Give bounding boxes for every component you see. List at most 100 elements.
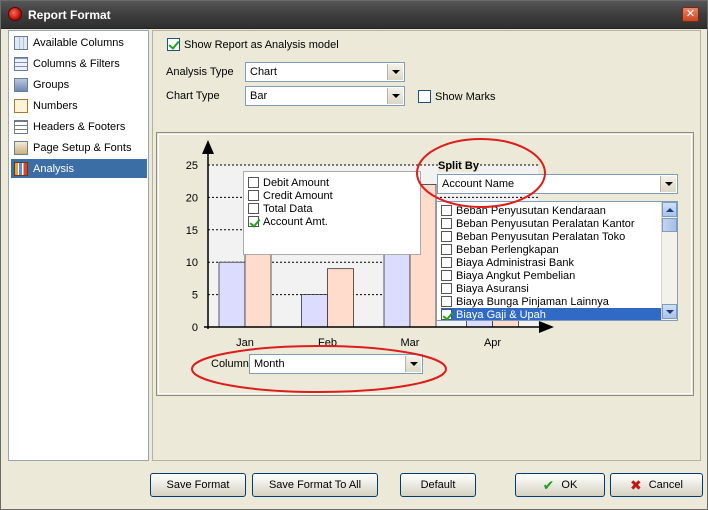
show-analysis-model-checkbox[interactable] [167, 38, 180, 51]
show-marks-label: Show Marks [435, 90, 496, 103]
data-field-label: Total Data [263, 202, 313, 215]
chevron-down-icon[interactable] [660, 176, 676, 192]
account-checkbox[interactable] [441, 218, 452, 229]
app-icon [8, 7, 22, 21]
account-checkbox[interactable] [441, 296, 452, 307]
sidebar-item-label: Analysis [33, 162, 74, 175]
sidebar: Available Columns Columns & Filters Grou… [8, 30, 149, 461]
x-tick-label: Apr [484, 337, 501, 349]
chart-type-label: Chart Type [166, 90, 220, 102]
report-format-window: Report Format ✕ Available Columns Column… [0, 0, 708, 510]
column-value: Month [254, 358, 285, 370]
x-tick-label: Mar [401, 337, 420, 349]
account-checkbox[interactable] [441, 270, 452, 281]
account-list[interactable]: Beban Penyusutan Kendaraan Beban Penyusu… [436, 201, 678, 321]
column-select[interactable]: Month [249, 354, 423, 374]
account-item[interactable]: Biaya Bunga Pinjaman Lainnya [441, 295, 663, 308]
x-tick-label: Jan [236, 337, 254, 349]
y-tick-label: 10 [186, 257, 198, 269]
account-checkbox[interactable] [441, 205, 452, 216]
data-fields-list: Debit Amount Credit Amount Total Data Ac… [243, 171, 421, 255]
sidebar-item-label: Numbers [33, 99, 78, 112]
x-axis-arrow [539, 321, 554, 333]
data-field-checkbox[interactable] [248, 190, 259, 201]
sidebar-item-headers-footers[interactable]: Headers & Footers [11, 117, 147, 136]
analysis-type-select[interactable]: Chart [245, 62, 405, 82]
data-field-item[interactable]: Debit Amount [248, 176, 329, 189]
account-label: Biaya Angkut Pembelian [456, 269, 576, 282]
scroll-down-icon[interactable] [662, 304, 677, 319]
account-item[interactable]: Biaya Angkut Pembelian [441, 269, 663, 282]
sidebar-item-page-setup[interactable]: Page Setup & Fonts [11, 138, 147, 157]
show-marks-row[interactable]: Show Marks [418, 90, 496, 103]
close-button[interactable]: ✕ [682, 7, 699, 22]
sidebar-item-label: Groups [33, 78, 70, 91]
sidebar-item-analysis[interactable]: Analysis [11, 159, 147, 178]
data-field-item[interactable]: Total Data [248, 202, 313, 215]
sidebar-item-label: Headers & Footers [33, 120, 126, 133]
title-bar: Report Format ✕ [1, 1, 707, 29]
scroll-up-icon[interactable] [662, 202, 677, 217]
account-item[interactable]: Beban Penyusutan Peralatan Toko [441, 230, 663, 243]
scroll-thumb[interactable] [662, 218, 677, 232]
cancel-button[interactable]: ✖ Cancel [610, 473, 703, 497]
data-field-checkbox[interactable] [248, 177, 259, 188]
save-format-button[interactable]: Save Format [150, 473, 246, 497]
split-by-value: Account Name [442, 178, 515, 190]
chevron-down-icon[interactable] [387, 88, 403, 104]
window-title: Report Format [28, 8, 111, 22]
data-field-item[interactable]: Credit Amount [248, 189, 333, 202]
account-item[interactable]: Beban Penyusutan Kendaraan [441, 204, 663, 217]
show-marks-checkbox[interactable] [418, 90, 431, 103]
sidebar-item-label: Page Setup & Fonts [33, 141, 132, 154]
chart-bar [218, 261, 246, 328]
data-field-label: Debit Amount [263, 176, 330, 189]
groups-icon [14, 77, 28, 92]
account-item[interactable]: Beban Penyusutan Peralatan Kantor [441, 217, 663, 230]
split-by-label: Split By [438, 160, 479, 172]
headers-footers-icon [14, 119, 28, 134]
data-field-checkbox[interactable] [248, 203, 259, 214]
account-checkbox[interactable] [441, 231, 452, 242]
sidebar-item-groups[interactable]: Groups [11, 75, 147, 94]
page-setup-icon [14, 140, 28, 155]
sidebar-item-label: Available Columns [33, 36, 124, 49]
account-checkbox[interactable] [441, 309, 452, 320]
account-checkbox[interactable] [441, 283, 452, 294]
chart-type-select[interactable]: Bar [245, 86, 405, 106]
account-checkbox[interactable] [441, 257, 452, 268]
chevron-down-icon[interactable] [405, 356, 421, 372]
account-label: Biaya Asuransi [456, 282, 529, 295]
default-label: Default [420, 479, 456, 491]
account-label: Beban Penyusutan Kendaraan [456, 204, 606, 217]
account-item-selected[interactable]: Biaya Gaji & Upah [441, 308, 663, 320]
account-item[interactable]: Biaya Administrasi Bank [441, 256, 663, 269]
analysis-type-value: Chart [250, 66, 277, 78]
y-tick-label: 20 [186, 192, 198, 204]
x-tick-label: Feb [318, 337, 337, 349]
account-checkbox[interactable] [441, 244, 452, 255]
default-button[interactable]: Default [400, 473, 476, 497]
account-label: Biaya Bunga Pinjaman Lainnya [456, 295, 609, 308]
show-analysis-model-row[interactable]: Show Report as Analysis model [167, 38, 339, 51]
data-field-item[interactable]: Account Amt. [248, 215, 328, 228]
account-list-scrollbar[interactable] [661, 202, 677, 320]
data-field-label: Credit Amount [263, 189, 333, 202]
chart-type-value: Bar [250, 90, 268, 102]
account-item[interactable]: Beban Perlengkapan [441, 243, 663, 256]
ok-label: OK [561, 479, 578, 491]
sidebar-item-available-columns[interactable]: Available Columns [11, 33, 147, 52]
split-by-select[interactable]: Account Name [437, 174, 678, 194]
sidebar-item-columns-filters[interactable]: Columns & Filters [11, 54, 147, 73]
ok-button[interactable]: ✔ OK [515, 473, 605, 497]
checkmark-icon: ✔ [542, 476, 555, 493]
data-field-checkbox[interactable] [248, 216, 259, 227]
cancel-x-icon: ✖ [630, 476, 642, 493]
y-axis-arrow [202, 140, 214, 154]
account-label: Biaya Administrasi Bank [456, 256, 574, 269]
save-format-to-all-button[interactable]: Save Format To All [252, 473, 378, 497]
sidebar-item-numbers[interactable]: Numbers [11, 96, 147, 115]
filter-icon [14, 56, 28, 71]
chevron-down-icon[interactable] [387, 64, 403, 80]
account-item[interactable]: Biaya Asuransi [441, 282, 663, 295]
